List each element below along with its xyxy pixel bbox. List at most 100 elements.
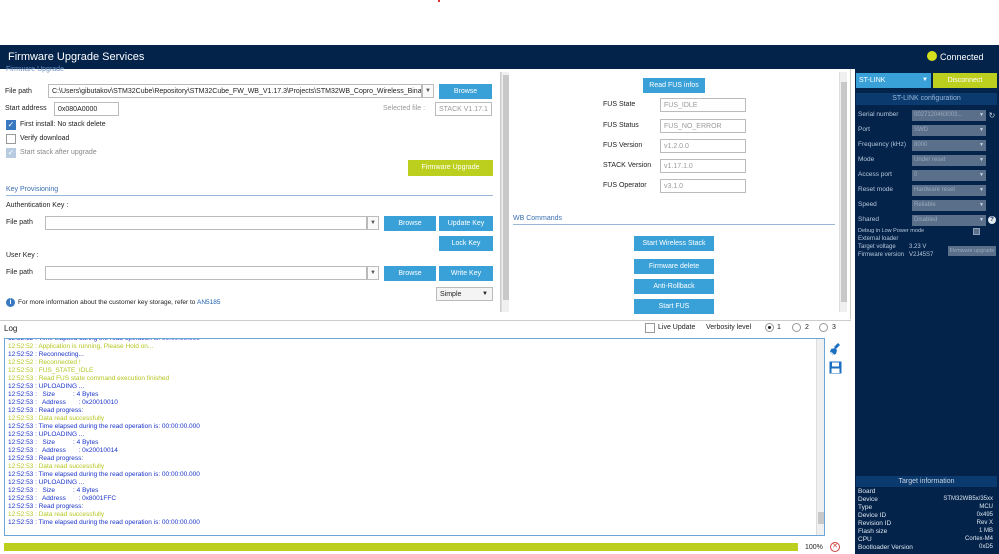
speed-label: Speed [858,201,877,208]
user-key-file-input[interactable] [45,266,367,280]
fw-file-path-input[interactable]: C:\Users\gibutakov\STM32Cube\Repository\… [48,84,422,98]
bootloader-version-label: Bootloader Version [858,544,913,551]
external-loader-label: External loader [858,236,899,242]
verbosity-3-label: 3 [832,324,836,331]
verify-download-label: Verify download [20,135,70,142]
left-scrollbar[interactable] [501,72,509,312]
mode-select[interactable]: Under reset ▼ [912,155,986,166]
firmware-delete-button[interactable]: Firmware delete [634,259,714,274]
fus-status-value: FUS_NO_ERROR [660,119,746,133]
info-icon: i [6,298,15,307]
live-update-checkbox[interactable] [645,323,655,333]
fw-browse-button[interactable]: Browse [439,84,492,99]
low-power-label: Debug in Low Power mode [858,228,925,234]
start-stack-label: Start stack after upgrade [20,149,97,156]
disconnect-button[interactable]: Disconnect [933,73,997,88]
serial-number-select[interactable]: 0027120463003... ▼ [912,110,986,121]
frequency-select[interactable]: 8000 ▼ [912,140,986,151]
user-key-file-dropdown[interactable]: ▼ [367,266,379,280]
speed-select[interactable]: Reliable ▼ [912,200,986,211]
write-key-button[interactable]: Write Key [439,266,493,281]
access-port-label: Access port [858,171,892,178]
interface-value: ST-LINK [859,77,886,84]
right-scrollbar-thumb[interactable] [841,82,847,302]
fus-panel: Firmware Upgrade File path C:\Users\gibu… [0,66,851,319]
key-mode-value: Simple [440,291,462,298]
left-scrollbar-thumb[interactable] [503,75,509,300]
target-info-title: Target information [856,476,997,487]
log-line: 12:52:53 : Read progress: [8,455,84,462]
anti-rollback-button[interactable]: Anti-Rollback [634,279,714,294]
key-provisioning-divider [6,195,493,196]
firmware-version-label: Firmware version [858,252,905,258]
auth-browse-button[interactable]: Browse [384,216,436,231]
start-address-input[interactable]: 0x080A0000 [54,102,119,116]
device-id-label: Device ID [858,512,887,519]
fus-operator-label: FUS Operator [603,182,647,189]
verbosity-2-radio[interactable] [792,323,801,332]
right-scrollbar[interactable] [839,72,847,312]
refresh-icon[interactable]: ↻ [988,110,996,121]
progress-fill [4,543,798,551]
interface-select[interactable]: ST-LINK ▼ [856,73,931,88]
target-voltage-value: 3.23 V [909,244,927,250]
cancel-icon[interactable]: ✕ [830,542,840,552]
key-mode-select[interactable]: Simple ▼ [436,287,493,301]
log-scrollbar[interactable] [816,339,824,535]
connection-status-icon [927,51,937,61]
log-line: 12:52:53 : UPLOADING ... [8,383,85,390]
serial-number-label: Serial number [858,111,899,118]
connection-status: Connected [940,52,984,62]
log-line: 12:52:53 : Address : 0x8001FFC [8,495,117,502]
log-line: 12:52:53 : Data read successfully [8,415,105,422]
speed-value: Reliable [914,202,936,208]
auth-key-file-dropdown[interactable]: ▼ [367,216,379,230]
selected-file-value: STACK V1.17.1 [435,102,492,116]
log-output[interactable]: 12:52:52 : Time elapsed during the read … [4,338,825,536]
read-fus-infos-button[interactable]: Read FUS infos [643,78,705,93]
log-line: 12:52:53 : Address : 0x20010014 [8,447,118,454]
firmware-upgrade-button[interactable]: Firmware Upgrade [408,160,493,176]
fw-upgrade-section-title: Firmware Upgrade [6,66,64,73]
target-voltage-label: Target voltage [858,244,896,250]
broom-icon[interactable] [829,342,842,356]
user-key-label: User Key : [6,252,39,259]
type-label: Type [858,504,873,511]
stlink-firmware-upgrade-button[interactable]: Firmware upgrade [948,246,996,256]
first-install-checkbox[interactable]: ✓ [6,120,16,130]
lock-key-button[interactable]: Lock Key [439,236,493,251]
an5185-link[interactable]: AN5185 [197,299,221,306]
selected-file-label: Selected file : [383,105,426,112]
port-value: SWD [914,127,928,133]
key-provisioning-title: Key Provisioning [6,186,59,193]
help-icon[interactable]: ? [988,216,996,224]
log-scrollbar-thumb[interactable] [818,512,824,524]
file-path-label: File path [5,88,32,95]
frequency-label: Frequency (kHz) [858,141,907,148]
update-key-button[interactable]: Update Key [439,216,493,231]
low-power-checkbox[interactable] [973,228,980,235]
log-line: 12:52:53 : Time elapsed during the read … [8,471,200,478]
fw-file-path-dropdown[interactable]: ▼ [422,84,434,98]
auth-key-file-input[interactable] [45,216,367,230]
verbosity-3-radio[interactable] [819,323,828,332]
shared-select[interactable]: Disabled ▼ [912,215,986,226]
access-port-select[interactable]: 0 ▼ [912,170,986,181]
port-select[interactable]: SWD ▼ [912,125,986,136]
progress-bar [4,543,798,551]
log-line: 12:52:53 : Size : 4 Bytes [8,391,99,398]
mode-value: Under reset [914,157,946,163]
verbosity-1-radio[interactable] [765,323,774,332]
verify-download-checkbox[interactable] [6,134,16,144]
user-browse-button[interactable]: Browse [384,266,436,281]
start-wireless-stack-button[interactable]: Start Wireless Stack [634,236,714,251]
fus-state-value: FUS_IDLE [660,98,746,112]
save-icon[interactable] [829,361,842,374]
reset-mode-select[interactable]: Hardware reset ▼ [912,185,986,196]
cpu-label: CPU [858,536,872,543]
verbosity-1-label: 1 [777,324,781,331]
start-fus-button[interactable]: Start FUS [634,299,714,314]
page-title: Firmware Upgrade Services [8,51,145,63]
auth-key-label: Authentication Key : [6,202,69,209]
type-value: MCU [979,504,993,510]
